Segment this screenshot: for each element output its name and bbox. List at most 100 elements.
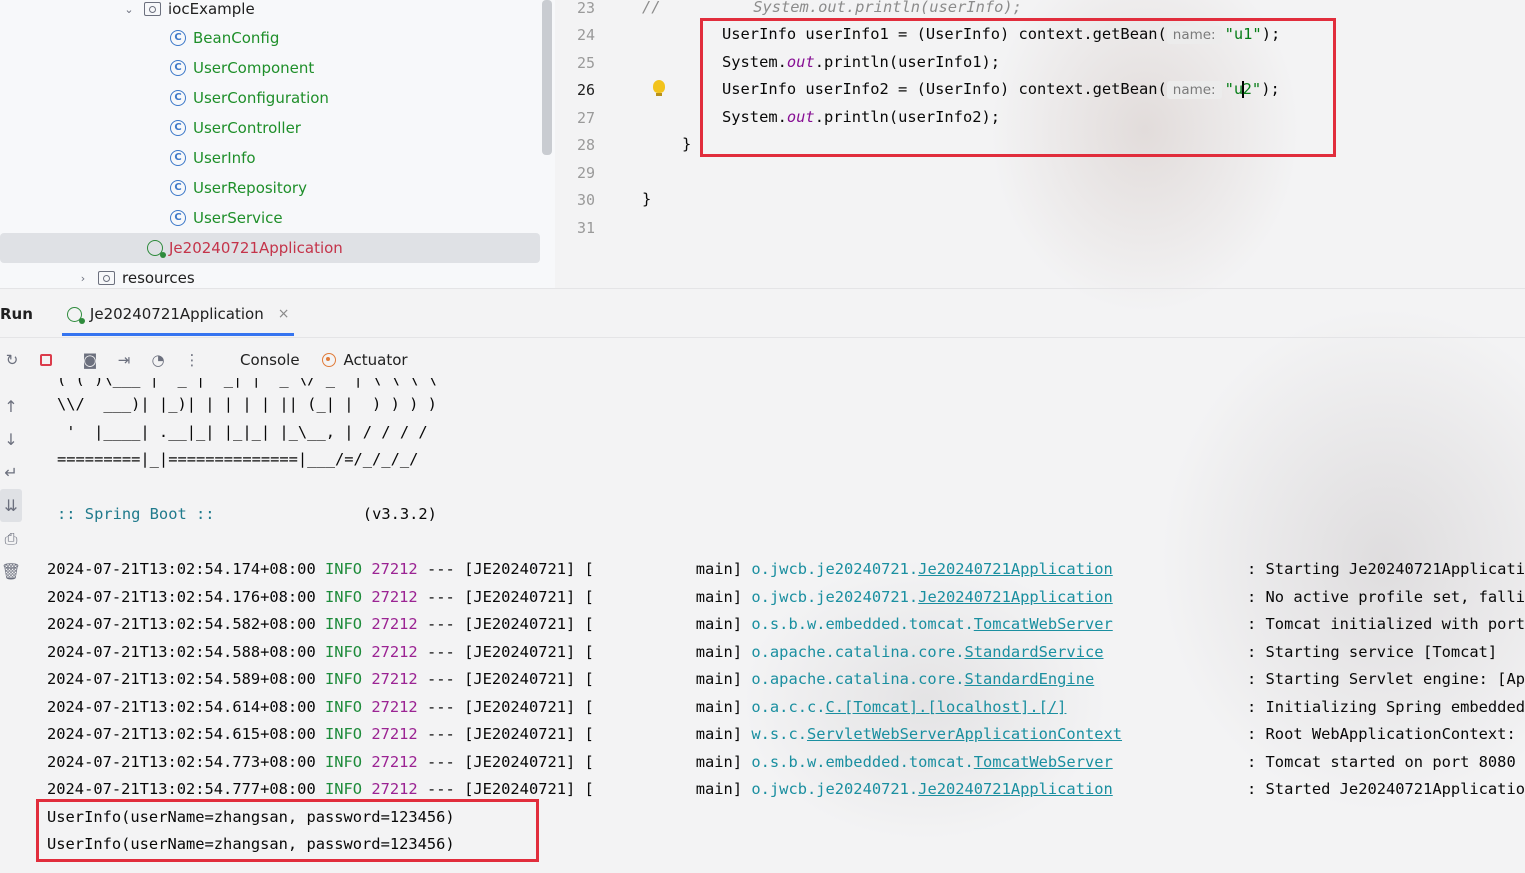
logger-class-link[interactable]: TomcatWebServer bbox=[974, 615, 1113, 633]
tree-item-class[interactable]: C UserComponent bbox=[170, 53, 314, 83]
lightbulb-icon[interactable] bbox=[653, 80, 665, 96]
log-logger[interactable]: o.jwcb.je20240721.Je20240721Application bbox=[751, 560, 1112, 578]
log-timestamp: 2024-07-21T13:02:54.588+08:00 bbox=[47, 642, 316, 661]
logger-class-link[interactable]: TomcatWebServer bbox=[974, 753, 1113, 771]
restore-layout-icon[interactable]: ⇥ bbox=[114, 350, 134, 370]
log-message: : Starting service [Tomcat] bbox=[1247, 642, 1498, 661]
run-config-tab[interactable]: Je20240721Application × bbox=[66, 305, 290, 324]
log-line: 2024-07-21T13:02:54.176+08:00 INFO 27212… bbox=[47, 587, 1525, 606]
logger-class-link[interactable]: StandardService bbox=[965, 643, 1104, 661]
tab-console[interactable]: Console bbox=[240, 351, 300, 369]
log-line: 2024-07-21T13:02:54.777+08:00 INFO 27212… bbox=[47, 780, 1525, 798]
parameter-hint: name: bbox=[1166, 26, 1222, 44]
log-logger[interactable]: o.apache.catalina.core.StandardEngine bbox=[751, 670, 1094, 688]
tree-item-class[interactable]: C UserConfiguration bbox=[170, 83, 329, 113]
logger-class-link[interactable]: Je20240721Application bbox=[918, 560, 1113, 578]
run-title: Run bbox=[0, 305, 33, 323]
tree-item-class[interactable]: C UserRepository bbox=[170, 173, 307, 203]
close-icon[interactable]: × bbox=[278, 306, 290, 322]
tree-item-iocexample[interactable]: ⌄ iocExample bbox=[122, 0, 254, 24]
project-tree: ⌄ iocExample C BeanConfig C UserComponen… bbox=[0, 0, 555, 288]
tree-item-class[interactable]: C BeanConfig bbox=[170, 23, 279, 53]
log-level: INFO bbox=[325, 780, 363, 798]
spring-boot-app-icon bbox=[147, 240, 166, 258]
log-line: 2024-07-21T13:02:54.174+08:00 INFO 27212… bbox=[47, 560, 1525, 578]
more-options-icon[interactable]: ⋮ bbox=[182, 350, 202, 370]
log-logger[interactable]: w.s.c.ServletWebServerApplicationContext bbox=[751, 725, 1122, 743]
stop-button[interactable] bbox=[36, 350, 56, 370]
spring-boot-line: :: Spring Boot :: (v3.3.2) bbox=[57, 505, 437, 523]
chevron-down-icon: ⌄ bbox=[124, 2, 134, 16]
tab-actuator[interactable]: Actuator bbox=[321, 351, 408, 369]
tree-item-label: UserConfiguration bbox=[193, 89, 329, 107]
log-level: INFO bbox=[325, 587, 363, 606]
log-timestamp: 2024-07-21T13:02:54.614+08:00 bbox=[47, 697, 316, 716]
tree-item-class[interactable]: C UserController bbox=[170, 113, 301, 143]
console-output[interactable]: ( ( )\___ | '_ | '_| | '_ \/ _` | \ \ \ … bbox=[0, 378, 1525, 873]
log-logger[interactable]: o.jwcb.je20240721.Je20240721Application bbox=[751, 780, 1112, 798]
log-pid: 27212 bbox=[371, 780, 418, 798]
logger-class-link[interactable]: C.[Tomcat].[localhost].[/] bbox=[826, 698, 1067, 716]
active-tab-indicator bbox=[62, 333, 294, 336]
output-line: UserInfo(userName=zhangsan, password=123… bbox=[47, 808, 455, 826]
logger-class-link[interactable]: ServletWebServerApplicationContext bbox=[807, 725, 1122, 743]
code-text: System. bbox=[722, 108, 787, 126]
log-line: 2024-07-21T13:02:54.615+08:00 INFO 27212… bbox=[47, 725, 1516, 743]
spring-boot-app-icon bbox=[66, 306, 85, 324]
logger-package: o.s.b.w.embedded.tomcat. bbox=[751, 752, 974, 771]
logger-class-link[interactable]: Je20240721Application bbox=[918, 588, 1113, 606]
log-logger[interactable]: o.s.b.w.embedded.tomcat.TomcatWebServer bbox=[751, 753, 1112, 771]
chevron-right-icon: › bbox=[80, 271, 86, 285]
comment-prefix: // bbox=[642, 0, 661, 16]
tree-item-application[interactable]: Je20240721Application bbox=[147, 233, 343, 263]
logger-class-link[interactable]: Je20240721Application bbox=[918, 780, 1113, 798]
rerun-icon[interactable]: ↻ bbox=[2, 350, 22, 370]
logger-class-link[interactable]: StandardEngine bbox=[965, 670, 1095, 688]
tree-item-label: UserInfo bbox=[193, 149, 256, 167]
log-timestamp: 2024-07-21T13:02:54.582+08:00 bbox=[47, 615, 316, 633]
log-logger[interactable]: o.s.b.w.embedded.tomcat.TomcatWebServer bbox=[751, 615, 1112, 633]
banner-line: =========|_|==============|___/=/_/_/_/ bbox=[57, 450, 419, 468]
log-logger[interactable]: o.a.c.c.C.[Tomcat].[localhost].[/] bbox=[751, 698, 1066, 716]
log-message: : Tomcat started on port 8080 bbox=[1247, 752, 1516, 771]
log-timestamp: 2024-07-21T13:02:54.174+08:00 bbox=[47, 560, 316, 578]
log-pid: 27212 bbox=[371, 725, 418, 743]
code-editor[interactable]: 23 24 25 26 27 28 29 30 31 // System.out… bbox=[555, 0, 1525, 288]
log-pid: 27212 bbox=[371, 615, 418, 633]
log-logger[interactable]: o.jwcb.je20240721.Je20240721Application bbox=[751, 588, 1112, 606]
line-number: 25 bbox=[576, 54, 595, 72]
log-separator: --- bbox=[426, 670, 455, 688]
tree-item-class[interactable]: C UserInfo bbox=[170, 143, 256, 173]
tree-item-class[interactable]: C UserService bbox=[170, 203, 283, 233]
log-app: [JE20240721] [ bbox=[464, 725, 594, 743]
profiler-icon[interactable]: ◔ bbox=[148, 350, 168, 370]
log-timestamp: 2024-07-21T13:02:54.773+08:00 bbox=[47, 752, 316, 771]
line-number: 23 bbox=[576, 0, 595, 17]
class-icon: C bbox=[170, 60, 186, 76]
camera-icon[interactable]: ◙ bbox=[80, 350, 100, 370]
code-text: UserInfo userInfo1 = (UserInfo) context.… bbox=[722, 25, 1167, 43]
string-literal: 2" bbox=[1242, 80, 1262, 98]
log-logger[interactable]: o.apache.catalina.core.StandardService bbox=[751, 643, 1103, 661]
log-pid: 27212 bbox=[371, 670, 418, 688]
tree-scrollbar[interactable] bbox=[542, 0, 552, 155]
log-level: INFO bbox=[325, 670, 363, 688]
log-timestamp: 2024-07-21T13:02:54.589+08:00 bbox=[47, 670, 316, 688]
